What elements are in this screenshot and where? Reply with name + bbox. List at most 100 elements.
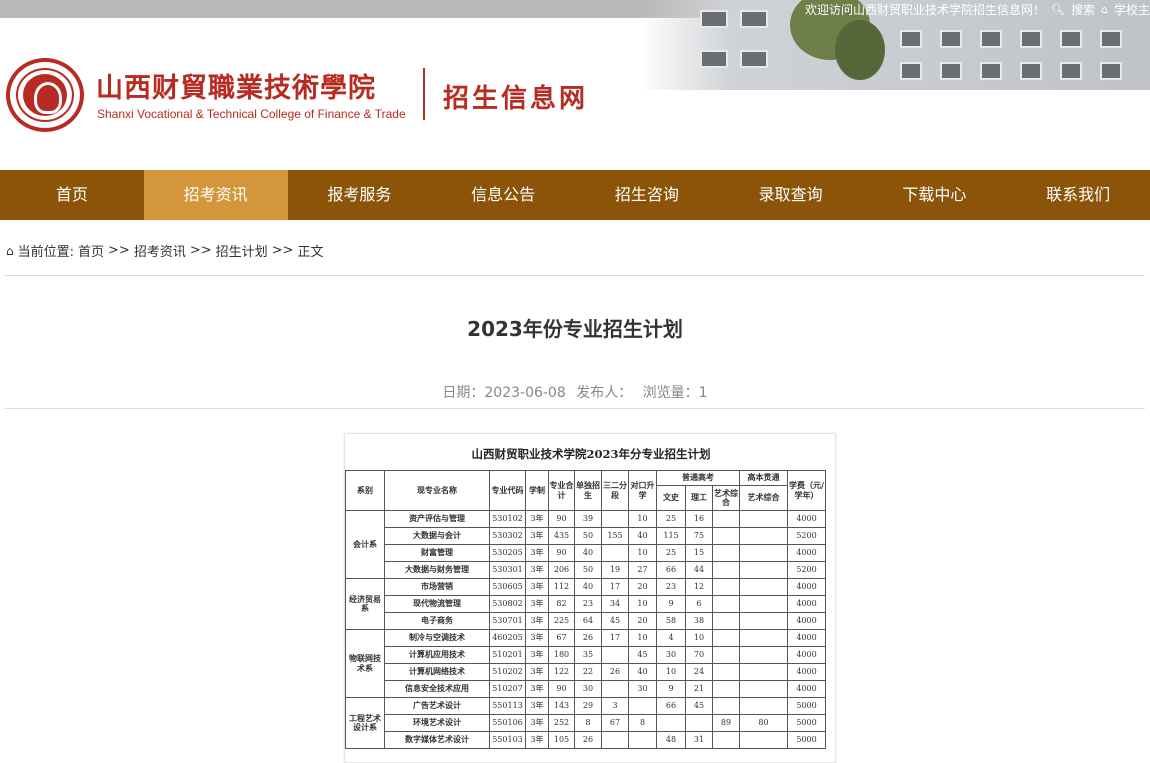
breadcrumb-admission-news[interactable]: 招考资讯 xyxy=(134,241,186,260)
table-cell: 19 xyxy=(601,561,629,579)
school-seal-logo[interactable] xyxy=(6,58,84,132)
table-cell: 3年 xyxy=(525,612,549,630)
table-cell: 23 xyxy=(574,595,602,613)
table-row: 大数据与财务管理 530301 3年 206 50 19 27 66 44 5200 xyxy=(346,561,826,579)
table-cell: 3年 xyxy=(525,561,549,579)
table-cell xyxy=(601,510,629,528)
table-cell: 58 xyxy=(656,612,686,630)
table-cell xyxy=(739,680,788,698)
divider xyxy=(5,408,1145,409)
table-cell: 3 xyxy=(601,697,629,715)
home-icon[interactable]: ⌂ xyxy=(1101,3,1108,16)
table-cell: 29 xyxy=(574,697,602,715)
header-single: 单独招生 xyxy=(574,470,602,511)
major-cell: 计算机应用技术 xyxy=(384,646,490,664)
home-icon: ⌂ xyxy=(6,243,14,258)
table-cell: 80 xyxy=(739,714,788,732)
table-cell: 4000 xyxy=(787,510,826,528)
search-link[interactable]: 搜索 xyxy=(1071,1,1095,18)
table-cell: 89 xyxy=(712,714,740,732)
table-cell: 40 xyxy=(628,527,657,545)
table-cell: 40 xyxy=(574,578,602,596)
table-cell: 35 xyxy=(574,646,602,664)
table-cell xyxy=(712,612,740,630)
table-cell: 44 xyxy=(685,561,713,579)
header-three-two: 三二分段 xyxy=(601,470,629,511)
table-cell xyxy=(656,714,686,732)
table-cell xyxy=(712,663,740,681)
nav-downloads[interactable]: 下载中心 xyxy=(863,170,1007,220)
table-cell: 20 xyxy=(628,612,657,630)
major-cell: 现代物流管理 xyxy=(384,595,490,613)
school-name-en: Shanxi Vocational & Technical College of… xyxy=(97,107,406,121)
breadcrumb-home[interactable]: 首页 xyxy=(78,241,104,260)
nav-admission-news[interactable]: 招考资讯 xyxy=(143,170,288,220)
table-row: 物联网技术系 制冷与空调技术 460205 3年 67 26 17 10 4 10 4000 xyxy=(345,629,826,698)
table-cell: 16 xyxy=(685,510,713,528)
table-cell: 550103 xyxy=(489,731,526,749)
major-cell: 计算机网络技术 xyxy=(384,663,490,681)
table-cell: 3年 xyxy=(525,680,549,698)
table-row: 信息安全技术应用 510207 3年 90 30 30 9 21 4000 xyxy=(346,680,826,698)
dept-cell: 物联网技术系 xyxy=(345,629,385,698)
table-cell xyxy=(601,731,629,749)
nav-home[interactable]: 首页 xyxy=(0,170,144,220)
table-cell: 252 xyxy=(548,714,575,732)
table-cell: 45 xyxy=(685,697,713,715)
major-cell: 广告艺术设计 xyxy=(384,697,490,715)
nav-contact[interactable]: 联系我们 xyxy=(1006,170,1150,220)
dept-cell: 经济贸易系 xyxy=(345,578,385,630)
table-cell xyxy=(739,578,788,596)
table-cell: 530205 xyxy=(489,544,526,562)
nav-consulting[interactable]: 招生咨询 xyxy=(575,170,719,220)
table-cell: 22 xyxy=(574,663,602,681)
major-cell: 数字媒体艺术设计 xyxy=(384,731,490,749)
table-cell: 26 xyxy=(601,663,629,681)
table-cell: 40 xyxy=(574,544,602,562)
table-cell: 25 xyxy=(656,544,686,562)
table-cell xyxy=(712,561,740,579)
table-cell: 82 xyxy=(548,595,575,613)
table-cell: 67 xyxy=(601,714,629,732)
table-cell: 460205 xyxy=(489,629,526,647)
table-cell: 31 xyxy=(685,731,713,749)
table-cell: 115 xyxy=(656,527,686,545)
table-cell: 5000 xyxy=(787,714,826,732)
nav-exam-service[interactable]: 报考服务 xyxy=(288,170,432,220)
table-cell: 3年 xyxy=(525,714,549,732)
table-cell: 90 xyxy=(548,544,575,562)
table-cell: 21 xyxy=(685,680,713,698)
table-row: 会计系 资产评估与管理 530102 3年 90 39 10 25 16 4000 xyxy=(345,510,826,579)
header-gt-art: 艺术综合 xyxy=(739,485,788,511)
table-row: 经济贸易系 市场营销 530605 3年 112 40 17 20 23 12 4000 xyxy=(345,578,826,630)
table-cell: 530301 xyxy=(489,561,526,579)
site-title: 招生信息网 xyxy=(443,84,589,114)
table-cell: 64 xyxy=(574,612,602,630)
nav-announcements[interactable]: 信息公告 xyxy=(431,170,575,220)
table-cell: 26 xyxy=(574,629,602,647)
table-cell: 17 xyxy=(601,578,629,596)
table-cell xyxy=(712,578,740,596)
main-nav: 首页 招考资讯 报考服务 信息公告 招生咨询 录取查询 下载中心 联系我们 xyxy=(0,170,1150,220)
table-cell: 206 xyxy=(548,561,575,579)
search-icon[interactable]: 🔍︎ xyxy=(1051,3,1065,16)
table-cell: 48 xyxy=(656,731,686,749)
table-cell: 3年 xyxy=(525,595,549,613)
table-cell: 10 xyxy=(628,629,657,647)
table-cell: 15 xyxy=(685,544,713,562)
table-cell xyxy=(685,714,713,732)
table-cell xyxy=(712,595,740,613)
breadcrumb-sep: >> xyxy=(189,243,212,258)
table-cell: 4000 xyxy=(787,629,826,647)
table-cell: 4000 xyxy=(787,612,826,630)
table-cell: 4000 xyxy=(787,578,826,596)
table-cell: 23 xyxy=(656,578,686,596)
school-home-link[interactable]: 学校主 xyxy=(1114,1,1150,18)
nav-admission-query[interactable]: 录取查询 xyxy=(719,170,863,220)
table-cell: 17 xyxy=(601,629,629,647)
table-cell xyxy=(739,612,788,630)
table-cell xyxy=(712,527,740,545)
table-cell: 530102 xyxy=(489,510,526,528)
breadcrumb-enrollment-plan[interactable]: 招生计划 xyxy=(216,241,268,260)
table-cell: 122 xyxy=(548,663,575,681)
